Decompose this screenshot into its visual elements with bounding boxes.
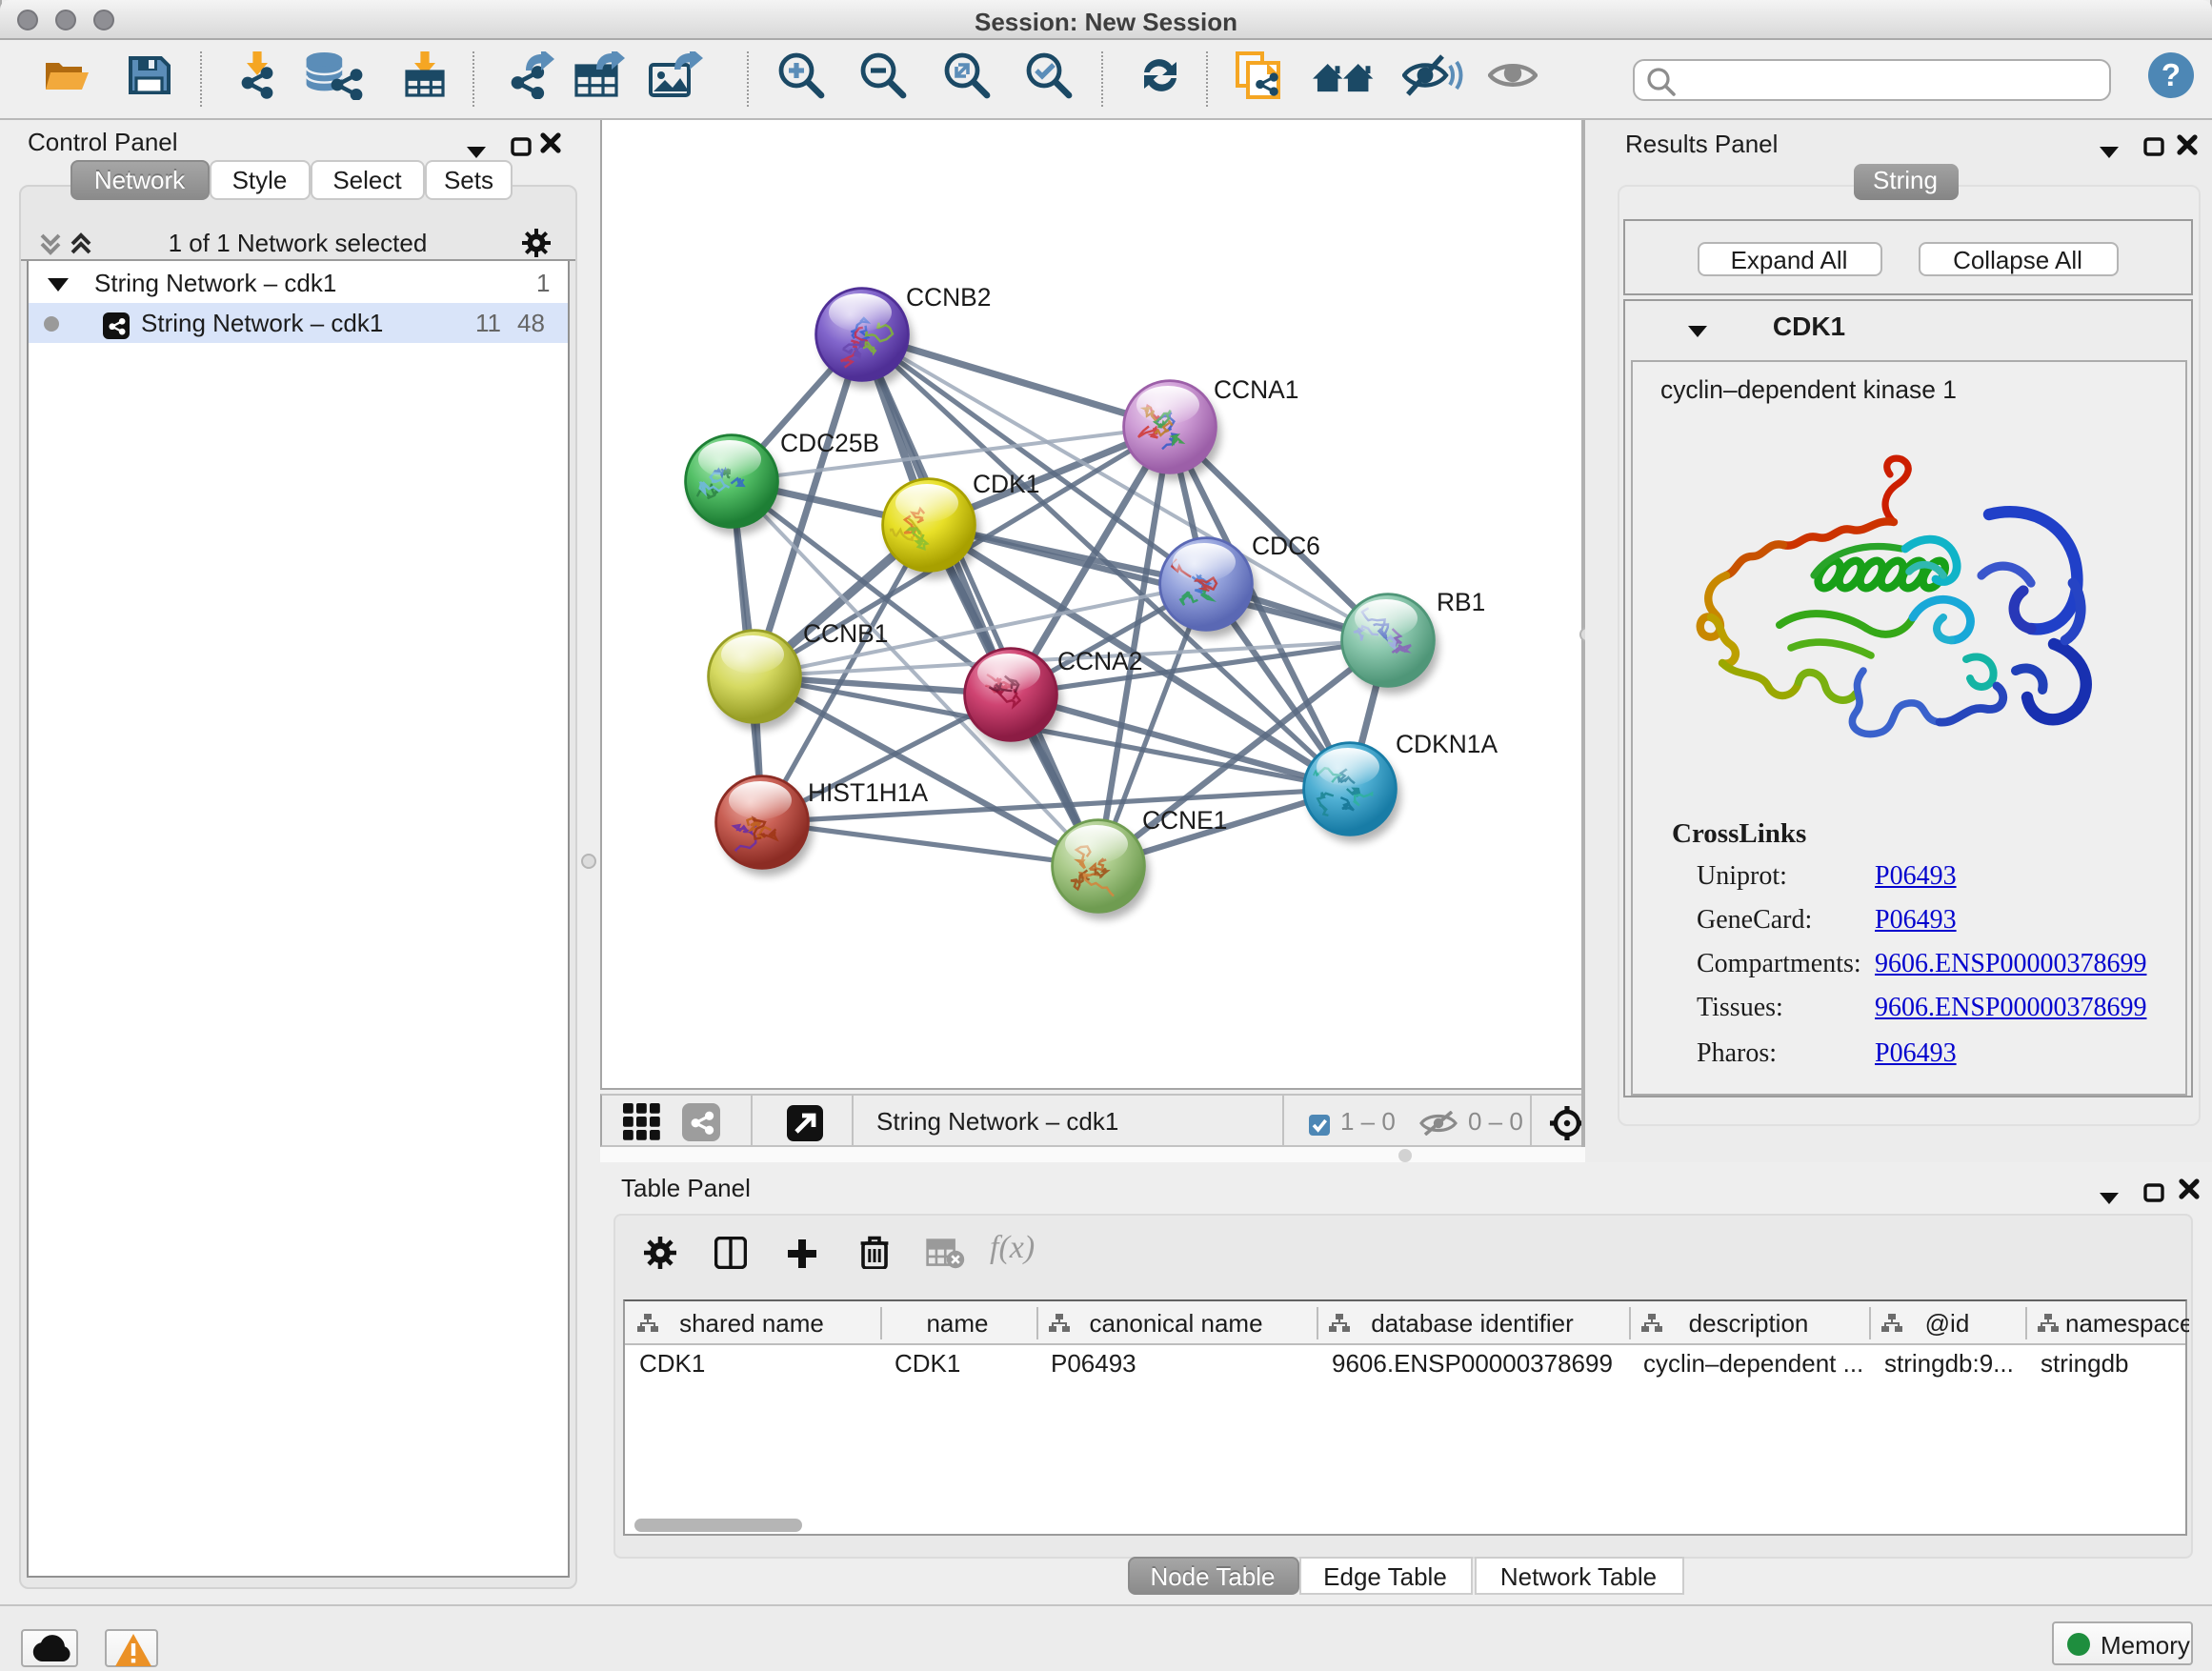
svg-text:?: ?: [2162, 58, 2181, 93]
svg-text:CDK1: CDK1: [972, 469, 1038, 497]
svg-text:CDKN1A: CDKN1A: [1395, 729, 1497, 757]
svg-text:CCNB2: CCNB2: [905, 282, 990, 311]
svg-text:HIST1H1A: HIST1H1A: [807, 777, 928, 806]
svg-text:CDC25B: CDC25B: [779, 428, 878, 456]
svg-text:CCNB1: CCNB1: [802, 618, 887, 647]
svg-text:CCNA1: CCNA1: [1213, 374, 1297, 403]
svg-text:RB1: RB1: [1436, 587, 1484, 615]
svg-text:CDC6: CDC6: [1251, 531, 1319, 559]
svg-text:CCNE1: CCNE1: [1141, 805, 1226, 834]
svg-text:CCNA2: CCNA2: [1056, 646, 1141, 674]
